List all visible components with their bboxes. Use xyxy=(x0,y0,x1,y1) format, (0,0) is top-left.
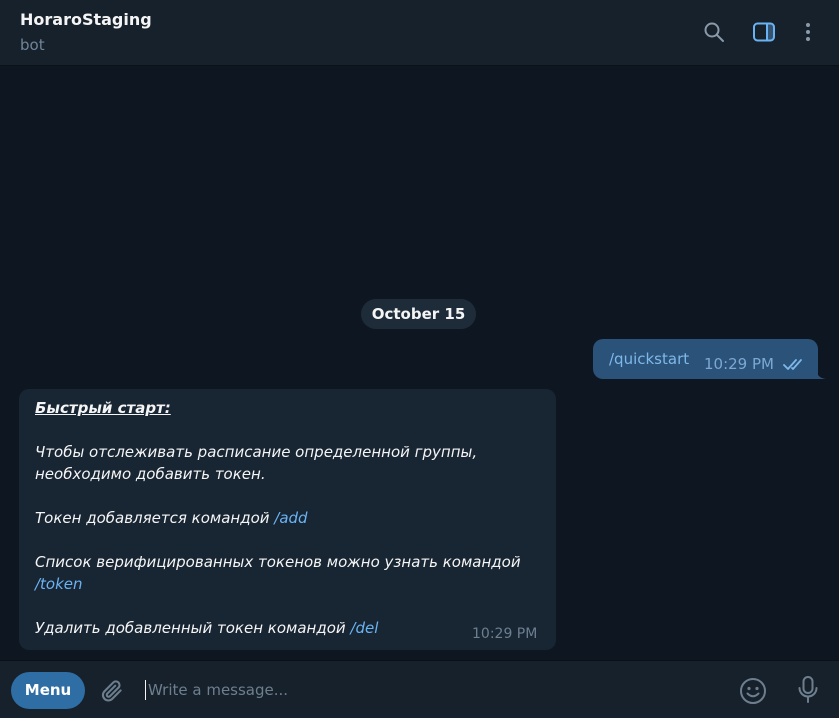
microphone-icon[interactable] xyxy=(796,675,820,705)
sidebar-toggle-icon[interactable] xyxy=(752,20,776,44)
emoji-icon[interactable] xyxy=(739,677,767,705)
message-list[interactable]: October 15 /quickstart 10:29 PM Быстрый … xyxy=(0,67,839,660)
chat-subtitle: bot xyxy=(20,36,45,54)
double-check-icon xyxy=(783,359,802,370)
message-paragraph-line: необходимо добавить токен. xyxy=(35,465,266,483)
chat-header: HoraroStaging bot xyxy=(0,0,839,66)
search-icon[interactable] xyxy=(702,20,726,44)
paperclip-icon[interactable] xyxy=(99,678,125,704)
message-text: Токен добавляется командой xyxy=(35,509,275,527)
message-paragraph: Удалить добавленный токен командой /del xyxy=(35,619,378,637)
outgoing-message-time: 10:29 PM xyxy=(704,355,774,373)
more-vertical-icon[interactable] xyxy=(796,20,820,44)
text-caret xyxy=(145,680,146,700)
message-paragraph: Токен добавляется командой /add xyxy=(35,509,308,527)
chat-title[interactable]: HoraroStaging xyxy=(20,10,152,29)
del-command-link[interactable]: /del xyxy=(350,619,378,637)
message-heading: Быстрый старт: xyxy=(35,399,171,417)
token-command-link[interactable]: /token xyxy=(35,575,83,593)
message-paragraph: /token xyxy=(35,575,83,593)
outgoing-bubble-tail xyxy=(816,367,828,379)
date-separator: October 15 xyxy=(361,299,476,329)
message-input[interactable] xyxy=(148,675,708,705)
outgoing-message[interactable]: /quickstart 10:29 PM xyxy=(593,339,818,379)
incoming-message-time: 10:29 PM xyxy=(472,626,538,642)
message-paragraph-line: Чтобы отслеживать расписание определенно… xyxy=(35,443,478,461)
message-paragraph-line: Список верифицированных токенов можно уз… xyxy=(35,553,521,571)
outgoing-message-text[interactable]: /quickstart xyxy=(609,350,689,368)
incoming-message[interactable]: Быстрый старт: Чтобы отслеживать расписа… xyxy=(19,389,556,650)
bot-menu-button[interactable]: Menu xyxy=(11,672,85,709)
message-text: Удалить добавленный токен командой xyxy=(35,619,351,637)
add-command-link[interactable]: /add xyxy=(274,509,307,527)
message-composer: Menu xyxy=(0,660,839,718)
